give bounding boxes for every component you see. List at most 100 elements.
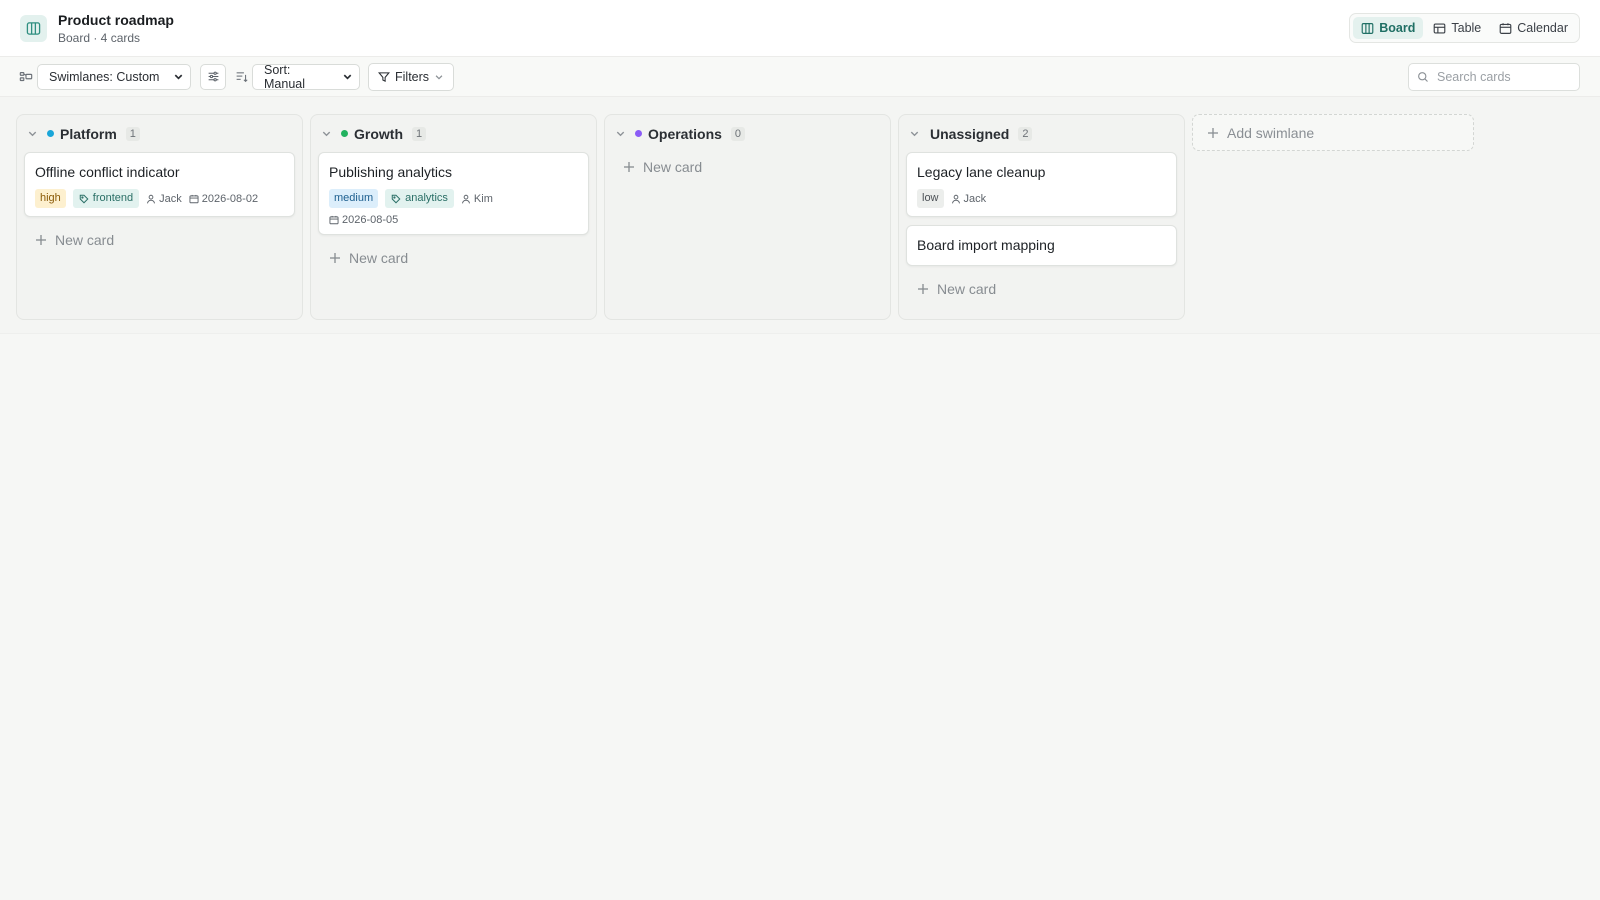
due-date-text: 2026-08-05 xyxy=(342,214,399,226)
new-card-button[interactable]: New card xyxy=(605,152,890,182)
tag-icon xyxy=(79,194,89,204)
board-app-icon xyxy=(20,14,47,42)
view-board-button[interactable]: Board xyxy=(1353,17,1424,39)
search-icon xyxy=(1417,71,1429,83)
new-card-label: New card xyxy=(349,250,409,266)
view-table-button[interactable]: Table xyxy=(1425,17,1489,39)
filter-icon xyxy=(378,71,390,83)
card-due-date: 2026-08-05 xyxy=(329,214,398,226)
chevron-down-icon[interactable] xyxy=(615,128,626,139)
assignee-name: Kim xyxy=(473,192,493,205)
card[interactable]: Offline conflict indicator high frontend… xyxy=(24,152,295,217)
view-table-label: Table xyxy=(1451,21,1482,35)
search-input[interactable] xyxy=(1437,70,1571,84)
plus-icon xyxy=(35,234,47,246)
swimlane-platform: Platform 1 Offline conflict indicator hi… xyxy=(16,114,303,320)
card-meta: medium analytics Kim 2026-08-05 xyxy=(329,189,529,226)
swimlane-name[interactable]: Growth xyxy=(354,126,403,142)
table-icon xyxy=(1433,22,1446,35)
sort-select[interactable]: Sort: Manual xyxy=(252,63,360,91)
chevron-down-icon xyxy=(342,71,353,82)
calendar-icon xyxy=(189,194,199,204)
card-title: Publishing analytics xyxy=(329,164,452,180)
card-meta: high frontend Jack 2026-08-02 xyxy=(35,189,284,208)
plus-icon xyxy=(623,161,635,173)
swimlane-growth: Growth 1 Publishing analytics medium ana… xyxy=(310,114,597,320)
filters-button[interactable]: Filters xyxy=(368,62,455,91)
swimlane-operations: Operations 0 New card xyxy=(604,114,891,320)
add-swimlane-label: Add swimlane xyxy=(1227,124,1315,141)
view-calendar-button[interactable]: Calendar xyxy=(1491,17,1576,39)
add-swimlane-button[interactable]: Add swimlane xyxy=(1192,114,1474,151)
chevron-down-icon[interactable] xyxy=(321,128,332,139)
new-card-label: New card xyxy=(55,232,115,248)
swimlane-name[interactable]: Operations xyxy=(648,126,722,142)
card[interactable]: Publishing analytics medium analytics Ki… xyxy=(318,152,589,235)
calendar-icon xyxy=(329,215,339,225)
tag-label: frontend xyxy=(92,192,134,204)
swimlane-count: 1 xyxy=(125,126,140,141)
filters-label: Filters xyxy=(395,69,430,84)
chevron-down-icon[interactable] xyxy=(27,128,38,139)
search-box xyxy=(1408,63,1580,91)
tag-badge: frontend xyxy=(72,189,140,208)
board-icon xyxy=(1361,22,1374,35)
tag-icon xyxy=(391,194,401,204)
board-area: Platform 1 Offline conflict indicator hi… xyxy=(0,97,1600,334)
priority-badge: medium xyxy=(329,189,379,208)
card-title: Board import mapping xyxy=(917,237,1055,253)
card-title: Offline conflict indicator xyxy=(35,164,180,180)
lane-color-dot xyxy=(635,130,642,137)
assignee-name: Jack xyxy=(963,192,987,205)
swimlanes-icon xyxy=(18,69,34,85)
swimlane-header: Unassigned 2 xyxy=(899,115,1184,152)
priority-badge: high xyxy=(35,189,66,208)
swimlane-unassigned: Unassigned 2 Legacy lane cleanup low Jac… xyxy=(898,114,1185,320)
user-icon xyxy=(461,194,471,204)
view-switcher: Board Table Calendar xyxy=(1349,13,1580,43)
swimlanes-select-value: Swimlanes: Custom xyxy=(49,69,160,84)
priority-badge: low xyxy=(917,189,944,208)
swimlane-count: 1 xyxy=(412,126,427,141)
swimlane-name[interactable]: Platform xyxy=(60,126,117,142)
page-title: Product roadmap xyxy=(58,11,174,28)
swimlane-header: Operations 0 xyxy=(605,115,890,152)
user-icon xyxy=(146,194,156,204)
view-board-label: Board xyxy=(1379,21,1416,35)
due-date-text: 2026-08-02 xyxy=(201,192,259,205)
assignee-name: Jack xyxy=(159,192,182,205)
swimlane-count: 0 xyxy=(730,126,746,141)
card-meta: low Jack xyxy=(917,189,1166,208)
chevron-down-icon xyxy=(434,72,444,82)
calendar-icon xyxy=(1499,22,1512,35)
swimlanes-select[interactable]: Swimlanes: Custom xyxy=(37,63,191,90)
card[interactable]: Board import mapping xyxy=(906,225,1177,266)
new-card-button[interactable]: New card xyxy=(311,243,596,273)
plus-icon xyxy=(917,283,929,295)
plus-icon xyxy=(1207,127,1219,139)
lane-color-dot xyxy=(47,130,54,137)
chevron-down-icon xyxy=(173,71,184,82)
card-assignee: Kim xyxy=(461,193,493,205)
sliders-icon xyxy=(207,70,220,83)
app-header: Product roadmap Board · 4 cards Board Ta… xyxy=(0,0,1600,57)
swimlane-count: 2 xyxy=(1018,126,1033,141)
sort-icon xyxy=(233,69,249,85)
chevron-down-icon[interactable] xyxy=(909,128,920,139)
lane-color-dot xyxy=(341,130,348,137)
tag-label: analytics xyxy=(405,192,448,204)
board-toolbar: Swimlanes: Custom Sort: Manual Filters xyxy=(0,57,1600,97)
card-due-date: 2026-08-02 xyxy=(189,193,258,205)
swimlane-header: Platform 1 xyxy=(17,115,302,152)
swimlane-name[interactable]: Unassigned xyxy=(930,126,1009,142)
card[interactable]: Legacy lane cleanup low Jack xyxy=(906,152,1177,217)
new-card-label: New card xyxy=(937,281,997,297)
display-settings-button[interactable] xyxy=(200,63,226,90)
card-assignee: Jack xyxy=(951,192,987,205)
page-subtitle: Board · 4 cards xyxy=(58,30,141,45)
new-card-button[interactable]: New card xyxy=(17,225,302,255)
new-card-label: New card xyxy=(643,159,703,175)
new-card-button[interactable]: New card xyxy=(899,274,1184,304)
card-title: Legacy lane cleanup xyxy=(917,164,1046,180)
plus-icon xyxy=(329,252,341,264)
